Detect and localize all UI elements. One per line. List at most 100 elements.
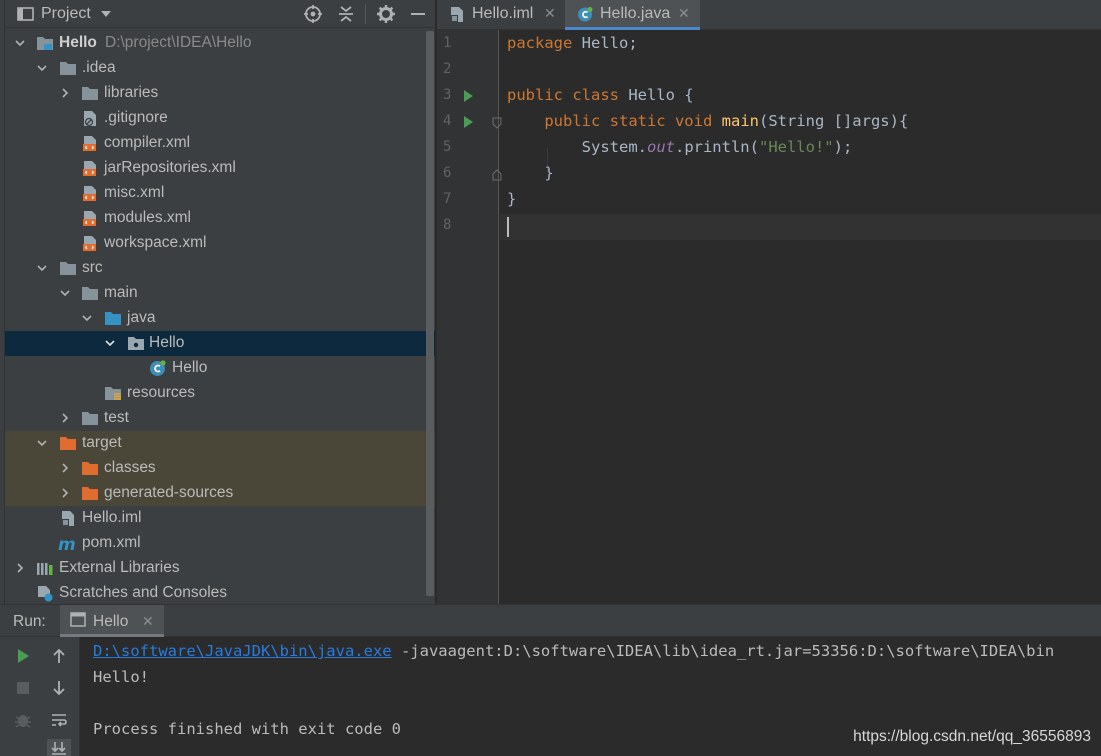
tree-item-label: src xyxy=(82,259,103,276)
run-header: Run: Hello ✕ xyxy=(0,605,1101,637)
project-view-icon[interactable] xyxy=(15,4,35,24)
tree-item-idea[interactable]: .idea xyxy=(5,56,435,81)
folder-icon xyxy=(60,62,76,75)
tree-item-main[interactable]: main xyxy=(5,281,435,306)
tree-item-label: generated-sources xyxy=(104,484,234,501)
close-icon[interactable]: ✕ xyxy=(678,5,690,22)
chevron-down-icon[interactable] xyxy=(36,437,48,449)
scroll-to-end-icon xyxy=(51,742,66,755)
console-command-line: D:\software\JavaJDK\bin\java.exe -javaag… xyxy=(93,642,1055,660)
tab-hello-iml[interactable]: Hello.iml ✕ xyxy=(437,0,564,30)
run-tool-window: Run: Hello ✕ D:\software\JavaJDK\bin\jav… xyxy=(0,604,1101,756)
console-exit-line: Process finished with exit code 0 xyxy=(93,720,401,738)
tree-item-label: Hello xyxy=(149,334,185,351)
source-folder-icon xyxy=(105,312,121,325)
chevron-down-icon[interactable] xyxy=(81,312,93,324)
tree-item-modules-xml[interactable]: modules.xml xyxy=(5,206,435,231)
console-icon xyxy=(70,612,86,627)
tree-item-external-libraries[interactable]: External Libraries xyxy=(5,556,435,581)
console-output-line: Hello! xyxy=(93,668,149,686)
tree-item-compiler-xml[interactable]: compiler.xml xyxy=(5,131,435,156)
code-area[interactable]: package Hello; public class Hello { publ… xyxy=(500,30,1101,604)
chevron-right-icon[interactable] xyxy=(14,562,26,574)
locate-icon[interactable] xyxy=(303,4,323,24)
close-icon[interactable]: ✕ xyxy=(544,5,556,22)
chevron-down-icon[interactable] xyxy=(99,8,113,20)
tree-item-pom-xml[interactable]: m pom.xml xyxy=(5,531,435,556)
tree-item-label: workspace.xml xyxy=(104,234,207,251)
watermark: https://blog.csdn.net/qq_36556893 xyxy=(853,728,1091,745)
tree-scrollbar[interactable] xyxy=(426,31,434,596)
scroll-up-button[interactable] xyxy=(47,644,71,668)
tree-item-label: compiler.xml xyxy=(104,134,191,151)
chevron-down-icon[interactable] xyxy=(59,287,71,299)
tree-item-misc-xml[interactable]: misc.xml xyxy=(5,181,435,206)
tree-item-hello-iml[interactable]: Hello.iml xyxy=(5,506,435,531)
chevron-right-icon[interactable] xyxy=(59,487,71,499)
ignore-file-icon xyxy=(84,111,96,127)
iml-file-icon xyxy=(62,511,74,526)
chevron-down-icon[interactable] xyxy=(14,37,26,49)
scroll-to-end-button[interactable] xyxy=(47,739,71,756)
chevron-right-icon[interactable] xyxy=(59,462,71,474)
tree-item-label: .gitignore xyxy=(104,109,168,126)
stop-button[interactable] xyxy=(11,676,35,700)
run-gutter-icon[interactable] xyxy=(464,116,473,128)
xml-file-icon xyxy=(83,236,96,251)
tree-item-resources[interactable]: resources xyxy=(5,381,435,406)
line-number: 6 xyxy=(443,165,452,181)
tree-item-hello-package[interactable]: Hello xyxy=(5,331,435,356)
tab-hello-java[interactable]: Hello.java ✕ xyxy=(565,0,700,30)
tree-item-label: main xyxy=(104,284,138,301)
tree-item-src[interactable]: src xyxy=(5,256,435,281)
project-title[interactable]: Project xyxy=(41,5,91,23)
gear-icon[interactable] xyxy=(376,4,396,24)
tree-item-hello-module[interactable]: Hello D:\project\IDEA\Hello xyxy=(5,31,435,56)
editor: Hello.iml ✕ Hello.java ✕ 1 2 3 4 5 6 7 8… xyxy=(437,0,1101,604)
tree-item-generated-sources[interactable]: generated-sources xyxy=(5,481,435,506)
tree-item-workspace-xml[interactable]: workspace.xml xyxy=(5,231,435,256)
java-exe-link[interactable]: D:\software\JavaJDK\bin\java.exe xyxy=(93,642,392,660)
xml-file-icon xyxy=(83,161,96,176)
chevron-down-icon[interactable] xyxy=(104,337,116,349)
tree-item-label: External Libraries xyxy=(59,559,180,576)
libraries-icon xyxy=(37,563,53,575)
code-line-6: } xyxy=(507,164,554,182)
current-line-highlight xyxy=(500,214,1101,240)
folder-icon xyxy=(82,412,98,425)
scratches-icon xyxy=(38,586,53,602)
close-icon[interactable]: ✕ xyxy=(142,613,154,630)
arrow-down-icon xyxy=(53,681,65,696)
tree-item-label: Hello.iml xyxy=(82,509,142,526)
tree-item-libraries[interactable]: libraries xyxy=(5,81,435,106)
tree-item-target[interactable]: target xyxy=(5,431,435,456)
tree-item-jarrepositories-xml[interactable]: jarRepositories.xml xyxy=(5,156,435,181)
java-class-icon xyxy=(578,7,593,22)
debug-button[interactable] xyxy=(11,708,35,732)
hide-icon[interactable] xyxy=(408,4,428,24)
scroll-down-button[interactable] xyxy=(47,676,71,700)
collapse-all-icon[interactable] xyxy=(336,4,356,24)
tree-item-label: target xyxy=(82,434,122,451)
tree-item-scratches[interactable]: Scratches and Consoles xyxy=(5,581,435,604)
tree-item-test[interactable]: test xyxy=(5,406,435,431)
chevron-right-icon[interactable] xyxy=(59,412,71,424)
rerun-button[interactable] xyxy=(11,644,35,668)
chevron-down-icon[interactable] xyxy=(36,262,48,274)
tree-item-gitignore[interactable]: .gitignore xyxy=(5,106,435,131)
line-number: 1 xyxy=(443,35,452,51)
tree-item-hello-class[interactable]: Hello xyxy=(5,356,435,381)
tree-item-label: .idea xyxy=(82,59,116,76)
java-class-icon xyxy=(150,360,166,376)
run-gutter-icon[interactable] xyxy=(464,90,473,102)
tree-item-classes[interactable]: classes xyxy=(5,456,435,481)
chevron-down-icon[interactable] xyxy=(36,62,48,74)
tree-item-label: Scratches and Consoles xyxy=(59,584,228,601)
chevron-right-icon[interactable] xyxy=(59,87,71,99)
folder-icon xyxy=(60,262,76,275)
folder-icon xyxy=(82,87,98,100)
tree-item-java[interactable]: java xyxy=(5,306,435,331)
run-tab-hello[interactable]: Hello ✕ xyxy=(60,605,164,637)
svg-text:m: m xyxy=(58,535,76,552)
soft-wrap-button[interactable] xyxy=(47,708,71,732)
